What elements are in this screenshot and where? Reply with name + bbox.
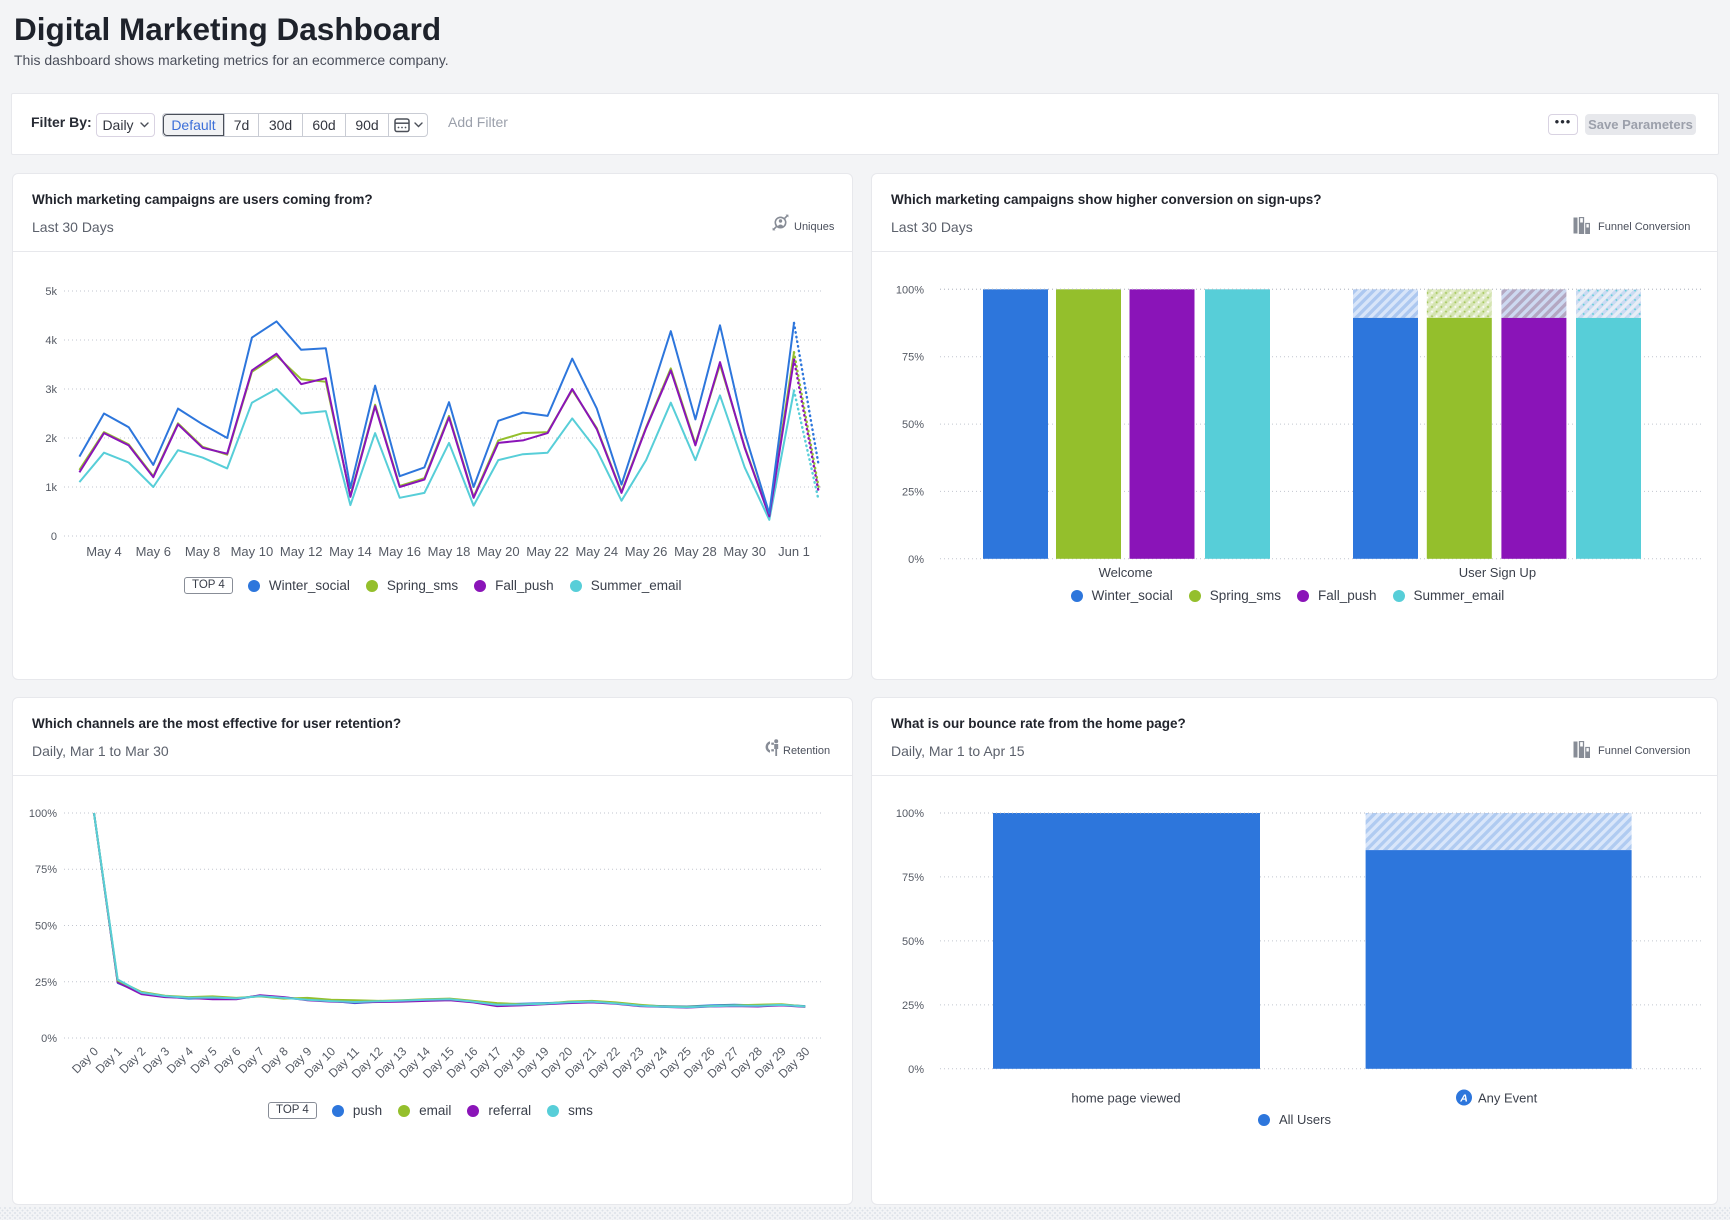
svg-text:25%: 25% bbox=[902, 1000, 924, 1012]
svg-text:May 18: May 18 bbox=[428, 544, 471, 559]
svg-text:100%: 100% bbox=[896, 808, 924, 820]
svg-text:3k: 3k bbox=[45, 384, 57, 396]
svg-text:May 8: May 8 bbox=[185, 544, 220, 559]
svg-text:A: A bbox=[1459, 1093, 1468, 1105]
svg-text:75%: 75% bbox=[35, 864, 57, 876]
svg-text:4k: 4k bbox=[45, 335, 57, 347]
svg-text:Day 4: Day 4 bbox=[164, 1044, 196, 1076]
svg-text:User Sign Up: User Sign Up bbox=[1459, 565, 1536, 580]
svg-text:50%: 50% bbox=[35, 921, 57, 933]
svg-text:May 28: May 28 bbox=[674, 544, 717, 559]
svg-text:2k: 2k bbox=[45, 433, 57, 445]
svg-text:May 16: May 16 bbox=[378, 544, 421, 559]
svg-text:0%: 0% bbox=[908, 554, 924, 566]
svg-text:5k: 5k bbox=[45, 286, 57, 298]
svg-text:May 4: May 4 bbox=[86, 544, 121, 559]
svg-text:75%: 75% bbox=[902, 352, 924, 364]
svg-text:May 10: May 10 bbox=[231, 544, 274, 559]
svg-text:50%: 50% bbox=[902, 419, 924, 431]
svg-text:25%: 25% bbox=[902, 486, 924, 498]
svg-text:home page viewed: home page viewed bbox=[1071, 1091, 1180, 1106]
svg-text:May 26: May 26 bbox=[625, 544, 668, 559]
svg-text:May 24: May 24 bbox=[575, 544, 618, 559]
svg-text:May 22: May 22 bbox=[526, 544, 569, 559]
svg-text:May 6: May 6 bbox=[136, 544, 171, 559]
svg-text:Welcome: Welcome bbox=[1099, 565, 1153, 580]
svg-text:1k: 1k bbox=[45, 482, 57, 494]
svg-text:25%: 25% bbox=[35, 977, 57, 989]
svg-text:Any Event: Any Event bbox=[1478, 1091, 1538, 1106]
svg-text:May 14: May 14 bbox=[329, 544, 372, 559]
svg-text:Jun 1: Jun 1 bbox=[778, 544, 810, 559]
svg-text:May 12: May 12 bbox=[280, 544, 323, 559]
svg-text:0%: 0% bbox=[908, 1064, 924, 1076]
svg-text:50%: 50% bbox=[902, 936, 924, 948]
svg-text:0: 0 bbox=[51, 531, 57, 543]
svg-text:May 20: May 20 bbox=[477, 544, 520, 559]
svg-text:100%: 100% bbox=[29, 808, 57, 820]
svg-text:0%: 0% bbox=[41, 1033, 57, 1045]
svg-text:100%: 100% bbox=[896, 284, 924, 296]
svg-text:May 30: May 30 bbox=[723, 544, 766, 559]
svg-text:75%: 75% bbox=[902, 872, 924, 884]
